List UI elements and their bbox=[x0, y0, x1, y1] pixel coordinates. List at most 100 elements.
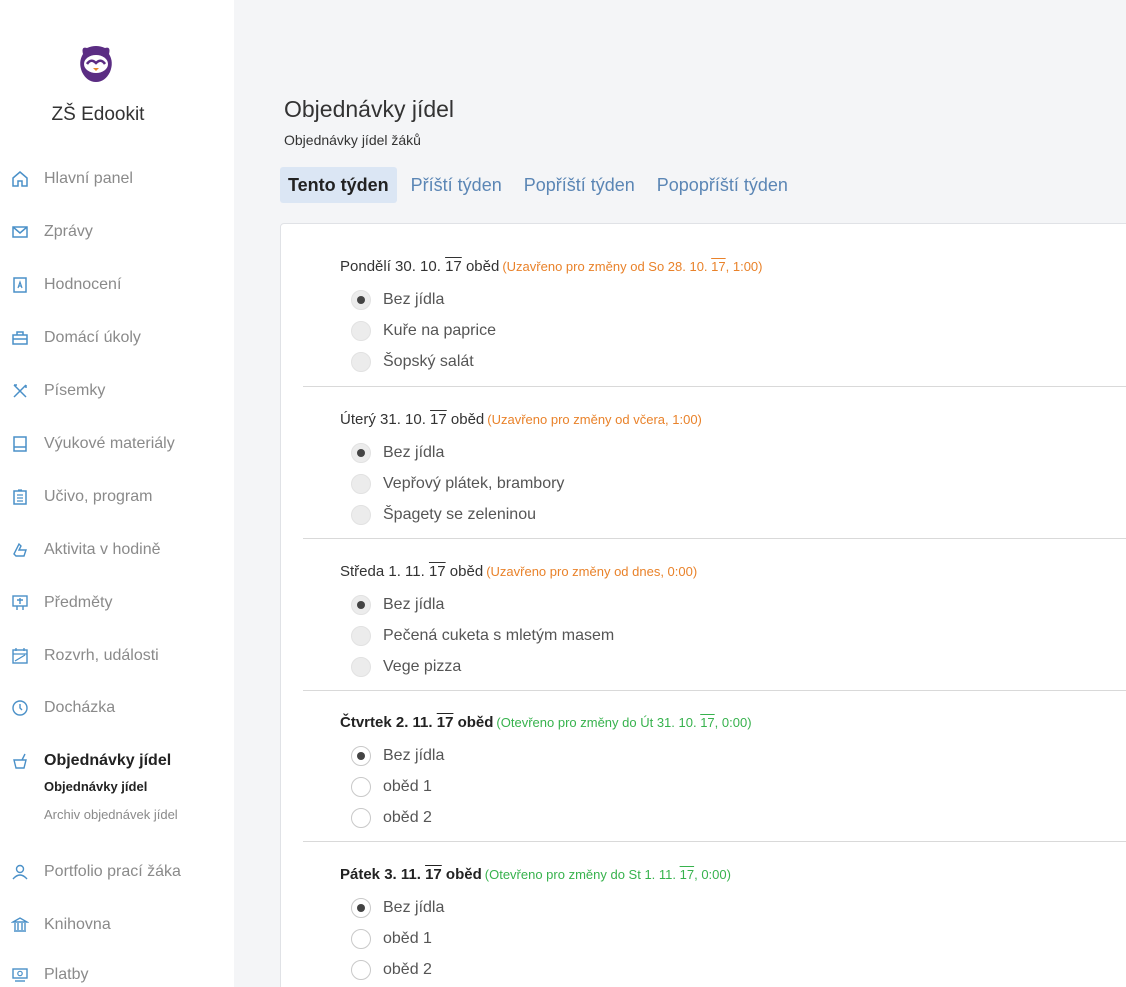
sidebar-item-ucivo-program[interactable]: Učivo, program bbox=[10, 485, 152, 509]
meal-option[interactable]: Bez jídla bbox=[351, 897, 444, 919]
calendar-icon bbox=[10, 646, 30, 666]
sidebar-item-label: Hodnocení bbox=[44, 276, 122, 293]
owl-logo-icon[interactable] bbox=[77, 44, 115, 84]
sidebar-item-portfolio[interactable]: Portfolio prací žáka bbox=[10, 860, 181, 884]
sidebar-item-pisemky[interactable]: Písemky bbox=[10, 379, 105, 403]
meal-option: Bez jídla bbox=[351, 594, 444, 616]
sidebar-item-predmety[interactable]: Předměty bbox=[10, 591, 112, 615]
day-header-wednesday: Středa 1. 11. 17 oběd (Uzavřeno pro změny… bbox=[340, 563, 697, 580]
meal-option-label: oběd 1 bbox=[383, 778, 432, 795]
radio-button bbox=[351, 352, 371, 372]
radio-button[interactable] bbox=[351, 808, 371, 828]
radio-button bbox=[351, 443, 371, 463]
envelope-icon bbox=[10, 222, 30, 242]
meal-option-label: Kuře na paprice bbox=[383, 322, 496, 339]
meal-option-label: Bez jídla bbox=[383, 291, 445, 308]
sidebar-item-label: Zprávy bbox=[44, 223, 93, 240]
book-icon bbox=[10, 434, 30, 454]
meal-option[interactable]: oběd 2 bbox=[351, 807, 432, 829]
sidebar-item-objednavky-jidel[interactable]: Objednávky jídel bbox=[10, 749, 171, 773]
meal-option-label: Špagety se zeleninou bbox=[383, 506, 536, 523]
meal-option: Vepřový plátek, brambory bbox=[351, 473, 564, 495]
radio-button[interactable] bbox=[351, 777, 371, 797]
sidebar-item-zpravy[interactable]: Zprávy bbox=[10, 220, 93, 244]
meal-option[interactable]: Bez jídla bbox=[351, 745, 444, 767]
radio-button bbox=[351, 290, 371, 310]
day-date: Pátek 3. 11. bbox=[340, 866, 426, 883]
tab-pristi-tyden[interactable]: Příští týden bbox=[403, 167, 510, 203]
radio-button[interactable] bbox=[351, 898, 371, 918]
meal-option: Bez jídla bbox=[351, 442, 444, 464]
meal-option-label: Bez jídla bbox=[383, 596, 445, 613]
sidebar-item-domaci-ukoly[interactable]: Domácí úkoly bbox=[10, 326, 141, 350]
clipboard-icon bbox=[10, 487, 30, 507]
day-meal: oběd bbox=[446, 411, 485, 428]
meal-option[interactable]: oběd 1 bbox=[351, 776, 432, 798]
meal-option[interactable]: oběd 1 bbox=[351, 928, 432, 950]
tab-popristi-tyden[interactable]: Popříští týden bbox=[516, 167, 643, 203]
tab-popopristi-tyden[interactable]: Popopříští týden bbox=[649, 167, 796, 203]
week-tabs: Tento týden Příští týden Popříští týden … bbox=[280, 167, 802, 203]
sidebar-item-hodnoceni[interactable]: Hodnocení bbox=[10, 273, 121, 297]
day-meal: oběd bbox=[453, 714, 494, 731]
radio-button bbox=[351, 321, 371, 341]
meal-option: Bez jídla bbox=[351, 289, 444, 311]
radio-button bbox=[351, 657, 371, 677]
sidebar-item-label: Aktivita v hodině bbox=[44, 541, 161, 558]
day-meal: oběd bbox=[441, 866, 482, 883]
day-year: 17 bbox=[436, 714, 454, 731]
status-prefix: (Uzavřeno pro změny od včera, 1:00) bbox=[487, 412, 702, 427]
day-header-friday: Pátek 3. 11. 17 oběd (Otevřeno pro změny … bbox=[340, 866, 731, 883]
status-prefix: (Otevřeno pro změny do St 1. 11. bbox=[484, 867, 680, 882]
day-year: 17 bbox=[445, 258, 462, 275]
sidebar-item-label: Docházka bbox=[44, 699, 116, 716]
meal-option-label: Bez jídla bbox=[383, 747, 445, 764]
status-suffix: , 0:00) bbox=[694, 867, 731, 882]
sidebar-subitem-objednavky-jidel[interactable]: Objednávky jídel bbox=[44, 779, 147, 794]
sidebar-item-label: Knihovna bbox=[44, 916, 111, 933]
day-divider bbox=[303, 690, 1126, 691]
day-header-thursday: Čtvrtek 2. 11. 17 oběd (Otevřeno pro změn… bbox=[340, 714, 752, 731]
day-divider bbox=[303, 841, 1126, 842]
meal-icon bbox=[10, 751, 30, 771]
meal-option: Vege pizza bbox=[351, 656, 461, 678]
radio-button bbox=[351, 505, 371, 525]
sidebar-item-platby[interactable]: Platby bbox=[10, 963, 88, 987]
school-name: ZŠ Edookit bbox=[51, 104, 145, 125]
day-date: Středa 1. 11. bbox=[340, 563, 429, 580]
radio-button bbox=[351, 474, 371, 494]
day-date: Čtvrtek 2. 11. bbox=[340, 714, 437, 731]
sidebar-item-hlavni-panel[interactable]: Hlavní panel bbox=[10, 167, 133, 191]
status-year: 17 bbox=[700, 715, 715, 730]
payments-icon bbox=[10, 965, 30, 985]
meal-option: Kuře na paprice bbox=[351, 320, 496, 342]
sidebar-item-label: Rozvrh, události bbox=[44, 647, 159, 664]
status-text: (Uzavřeno pro změny od dnes, 0:00) bbox=[486, 564, 697, 579]
sidebar-item-dochazka[interactable]: Docházka bbox=[10, 696, 115, 720]
sidebar-item-label: Domácí úkoly bbox=[44, 329, 141, 346]
radio-button[interactable] bbox=[351, 929, 371, 949]
clock-icon bbox=[10, 698, 30, 718]
meal-option-label: Vepřový plátek, brambory bbox=[383, 475, 565, 492]
sidebar-subitem-archiv-objednavek[interactable]: Archiv objednávek jídel bbox=[44, 807, 178, 822]
radio-button[interactable] bbox=[351, 960, 371, 980]
page-subtitle: Objednávky jídel žáků bbox=[284, 132, 421, 148]
meal-option-label: Pečená cuketa s mletým masem bbox=[383, 627, 615, 644]
meal-option: Šopský salát bbox=[351, 351, 474, 373]
sidebar-item-label: Předměty bbox=[44, 594, 113, 611]
day-meal: oběd bbox=[461, 258, 500, 275]
meal-option-label: oběd 1 bbox=[383, 930, 432, 947]
radio-button bbox=[351, 595, 371, 615]
status-suffix: , 1:00) bbox=[725, 259, 763, 274]
sidebar-item-rozvrh-udalosti[interactable]: Rozvrh, události bbox=[10, 644, 159, 668]
status-prefix: (Otevřeno pro změny do Út 31. 10. bbox=[496, 715, 701, 730]
sidebar-item-vyukove-materialy[interactable]: Výukové materiály bbox=[10, 432, 175, 456]
library-icon bbox=[10, 915, 30, 935]
briefcase-icon bbox=[10, 328, 30, 348]
day-year: 17 bbox=[430, 411, 447, 428]
tab-tento-tyden[interactable]: Tento týden bbox=[280, 167, 397, 203]
sidebar-item-aktivita-v-hodine[interactable]: Aktivita v hodině bbox=[10, 538, 161, 562]
sidebar-item-knihovna[interactable]: Knihovna bbox=[10, 913, 111, 937]
meal-option[interactable]: oběd 2 bbox=[351, 959, 432, 981]
radio-button[interactable] bbox=[351, 746, 371, 766]
